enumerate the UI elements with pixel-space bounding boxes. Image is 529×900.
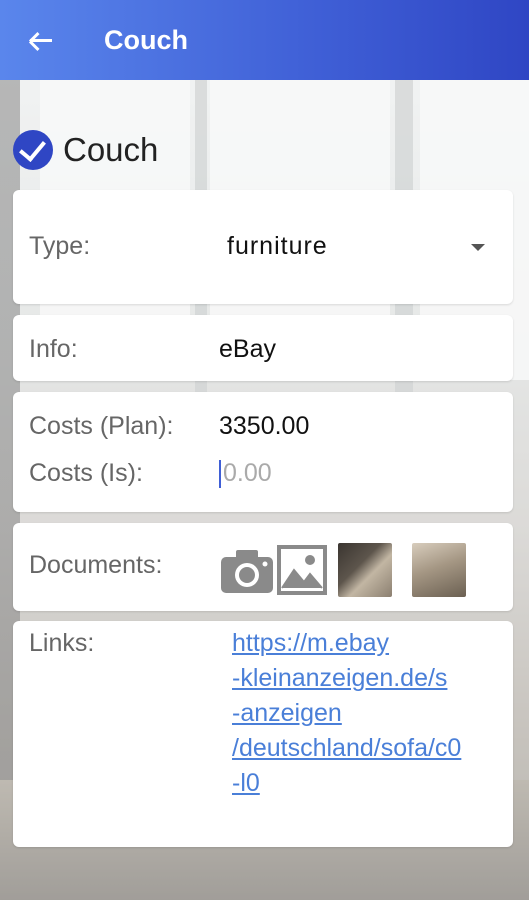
back-arrow-icon[interactable] [28,28,52,52]
text-cursor [219,460,221,488]
costs-plan-label: Costs (Plan): [29,412,174,440]
type-dropdown[interactable]: furniture [227,232,328,261]
document-thumbnail[interactable] [412,543,466,597]
info-card: Info: eBay [13,315,513,381]
costs-card: Costs (Plan): 3350.00 Costs (Is): 0.00 [13,392,513,512]
link-line: -l0 [232,769,260,797]
link-line: /deutschland/sofa/c0 [232,734,462,762]
info-label: Info: [29,335,78,363]
app-bar: Couch [0,0,529,80]
type-card: Type: furniture [13,190,513,304]
link-line: -anzeigen [232,699,342,727]
dropdown-arrow-icon[interactable] [471,244,485,251]
documents-card: Documents: [13,523,513,611]
app-bar-title: Couch [104,24,188,55]
info-field[interactable]: eBay [219,335,276,364]
link-line: https://m.ebay [232,629,390,657]
camera-icon[interactable] [219,547,275,595]
document-thumbnail[interactable] [338,543,392,597]
item-heading: Couch [13,130,158,170]
links-label: Links: [29,629,95,657]
link-line: -kleinanzeigen.de/s [232,664,448,692]
costs-plan-field[interactable]: 3350.00 [219,412,309,441]
item-title: Couch [63,131,159,168]
documents-label: Documents: [29,551,163,579]
type-label: Type: [29,232,91,260]
links-card: Links: https://m.ebay -kleinanzeigen.de/… [13,621,513,847]
costs-is-field[interactable]: 0.00 [223,459,272,488]
checkmark-circle-icon[interactable] [13,130,53,170]
link-text[interactable]: https://m.ebay -kleinanzeigen.de/s -anze… [232,626,522,801]
image-icon[interactable] [276,544,328,596]
costs-is-label: Costs (Is): [29,459,143,487]
